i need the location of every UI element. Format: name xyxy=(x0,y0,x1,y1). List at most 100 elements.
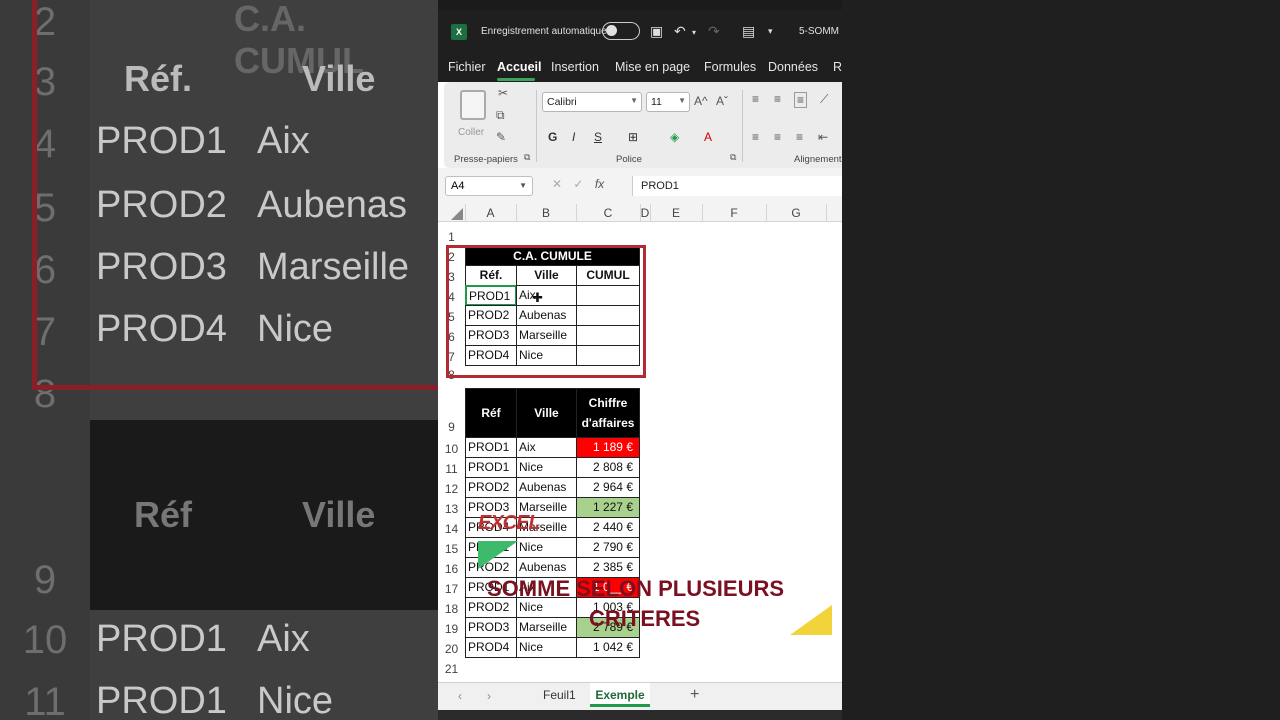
prev-sheet-icon[interactable]: ‹ xyxy=(458,689,462,703)
menu-fichier[interactable]: Fichier xyxy=(448,60,486,74)
formula-input[interactable]: PROD1 xyxy=(632,176,842,196)
row-header[interactable]: 14 xyxy=(438,522,465,536)
data-cell[interactable]: 2 385 € xyxy=(576,557,640,578)
data-cell[interactable]: PROD1 xyxy=(465,437,517,458)
row-header[interactable]: 21 xyxy=(438,662,465,676)
row-header[interactable]: 16 xyxy=(438,562,465,576)
font-name-dropdown[interactable]: Calibri ▼ xyxy=(542,92,642,112)
shrink-font-icon[interactable]: Aˇ xyxy=(716,94,728,108)
row-header[interactable]: 20 xyxy=(438,642,465,656)
data-header-ville[interactable]: Ville xyxy=(516,388,577,438)
save-icon[interactable]: ▣ xyxy=(650,23,663,40)
row-header[interactable]: 10 xyxy=(438,442,465,456)
align-center-icon[interactable]: ≡ xyxy=(774,130,781,144)
data-cell[interactable]: PROD3 xyxy=(465,617,517,638)
orientation-icon[interactable]: ⟋ xyxy=(820,92,828,107)
tab-exemple[interactable]: Exemple xyxy=(590,683,650,707)
column-header-d[interactable]: D xyxy=(640,206,650,220)
chevron-down-icon[interactable]: ▾ xyxy=(692,28,696,37)
bg-row-number: 6 xyxy=(33,248,57,292)
data-cell[interactable]: PROD2 xyxy=(465,477,517,498)
column-header-g[interactable]: G xyxy=(766,206,826,220)
dialog-launcher-icon[interactable]: ⧉ xyxy=(730,152,736,163)
column-header-b[interactable]: B xyxy=(516,206,576,220)
data-cell[interactable]: Aubenas xyxy=(516,477,577,498)
underline-button[interactable]: S xyxy=(594,130,602,144)
data-cell[interactable]: 1 189 € xyxy=(576,437,640,458)
format-painter-icon[interactable]: ✎ xyxy=(496,130,506,144)
font-color-icon[interactable]: A xyxy=(704,130,712,144)
add-sheet-icon[interactable]: + xyxy=(690,686,699,704)
cancel-icon[interactable]: ✕ xyxy=(552,177,562,191)
bold-button[interactable]: G xyxy=(548,130,557,144)
name-box[interactable]: A4 ▼ xyxy=(445,176,533,196)
row-header[interactable]: 12 xyxy=(438,482,465,496)
align-top-icon[interactable]: ≡ xyxy=(752,92,759,106)
menu-donnees[interactable]: Données xyxy=(768,60,818,74)
data-cell[interactable]: Nice xyxy=(516,637,577,658)
bg-row-number: 5 xyxy=(33,186,57,230)
autosave-toggle[interactable] xyxy=(602,22,640,40)
row-header[interactable]: 11 xyxy=(438,462,465,476)
redo-icon[interactable]: ↷ xyxy=(708,23,720,40)
undo-icon[interactable]: ↶ xyxy=(674,23,686,40)
data-cell[interactable]: 2 440 € xyxy=(576,517,640,538)
data-cell[interactable]: Nice xyxy=(516,537,577,558)
menu-formules[interactable]: Formules xyxy=(704,60,756,74)
font-group-label: Police xyxy=(616,154,642,165)
tab-feuil1[interactable]: Feuil1 xyxy=(543,688,576,702)
data-header-ca[interactable]: Chiffre d'affaires xyxy=(576,388,640,438)
clipboard-group-label: Presse-papiers xyxy=(454,154,518,165)
fill-color-icon[interactable]: ◈ xyxy=(670,130,679,144)
grow-font-icon[interactable]: A^ xyxy=(694,94,708,108)
italic-button[interactable]: I xyxy=(572,130,575,144)
align-middle-icon[interactable]: ≡ xyxy=(774,92,781,106)
data-cell[interactable]: Aubenas xyxy=(516,557,577,578)
align-bottom-icon[interactable]: ≡ xyxy=(794,92,808,108)
insert-function-icon[interactable]: fx xyxy=(595,177,604,191)
row-header[interactable]: 18 xyxy=(438,602,465,616)
data-cell[interactable]: 2 790 € xyxy=(576,537,640,558)
data-cell[interactable]: Marseille xyxy=(516,617,577,638)
bg-red-frame xyxy=(32,0,37,390)
next-sheet-icon[interactable]: › xyxy=(487,689,491,703)
data-cell[interactable]: PROD4 xyxy=(465,637,517,658)
row-header[interactable]: 1 xyxy=(438,230,465,244)
dialog-launcher-icon[interactable]: ⧉ xyxy=(524,152,530,163)
row-header[interactable]: 13 xyxy=(438,502,465,516)
menu-insertion[interactable]: Insertion xyxy=(551,60,599,74)
column-header-a[interactable]: A xyxy=(465,206,516,220)
align-right-icon[interactable]: ≡ xyxy=(796,130,803,144)
data-header-ref[interactable]: Réf xyxy=(465,388,517,438)
column-header-e[interactable]: E xyxy=(650,206,702,220)
borders-icon[interactable]: ⊞ xyxy=(628,130,638,144)
bg-cell: PROD4 xyxy=(96,308,227,350)
menu-mise-en-page[interactable]: Mise en page xyxy=(615,60,690,74)
align-left-icon[interactable]: ≡ xyxy=(752,130,759,144)
chevron-down-icon: ▼ xyxy=(678,96,686,105)
data-cell[interactable]: 1 042 € xyxy=(576,637,640,658)
data-cell[interactable]: Nice xyxy=(516,457,577,478)
row-header[interactable]: 19 xyxy=(438,622,465,636)
indent-icon[interactable]: ⇤ xyxy=(818,130,828,144)
enter-icon[interactable]: ✓ xyxy=(573,177,583,191)
data-cell[interactable]: 2 964 € xyxy=(576,477,640,498)
cut-icon[interactable]: ✂ xyxy=(498,86,508,100)
form-icon[interactable]: ▤ xyxy=(742,23,755,40)
data-cell[interactable]: PROD1 xyxy=(465,457,517,478)
data-cell[interactable]: 1 227 € xyxy=(576,497,640,518)
menu-accueil[interactable]: Accueil xyxy=(497,60,541,74)
row-header[interactable]: 9 xyxy=(438,420,465,434)
column-header-c[interactable]: C xyxy=(576,206,640,220)
customize-icon[interactable]: ▾ xyxy=(768,26,773,37)
menu-revision[interactable]: Re xyxy=(833,60,842,74)
row-header[interactable]: 15 xyxy=(438,542,465,556)
data-cell[interactable]: 2 808 € xyxy=(576,457,640,478)
copy-icon[interactable]: ⧉ xyxy=(496,108,505,123)
column-header-f[interactable]: F xyxy=(702,206,766,220)
select-all-button[interactable] xyxy=(438,204,465,222)
data-cell[interactable]: Aix xyxy=(516,437,577,458)
font-size-dropdown[interactable]: 11 ▼ xyxy=(646,92,690,112)
row-header[interactable]: 17 xyxy=(438,582,465,596)
paste-icon[interactable] xyxy=(460,90,486,120)
